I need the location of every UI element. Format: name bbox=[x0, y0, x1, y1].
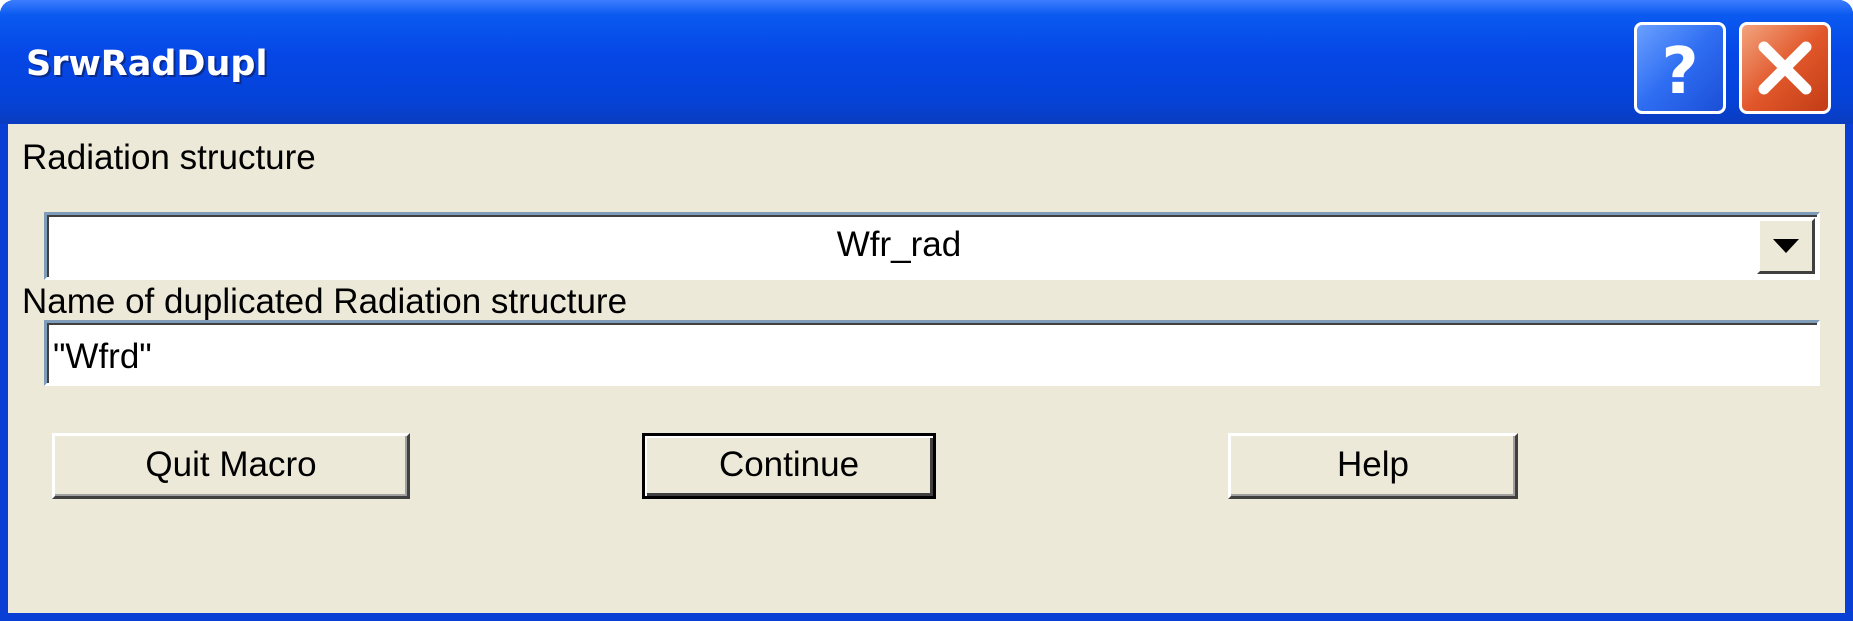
svg-text:?: ? bbox=[1661, 35, 1698, 109]
help-caption-button[interactable]: ? bbox=[1634, 22, 1726, 114]
title-bar[interactable]: SrwRadDupl ? bbox=[0, 0, 1853, 124]
quit-macro-button[interactable]: Quit Macro bbox=[52, 433, 410, 499]
close-x-icon bbox=[1758, 41, 1812, 95]
duplicate-name-label: Name of duplicated Radiation structure bbox=[22, 282, 628, 321]
duplicate-name-input[interactable] bbox=[44, 320, 1820, 386]
dialog-body: Radiation structure Wfr_rad Name of dupl… bbox=[8, 124, 1845, 613]
radiation-structure-label: Radiation structure bbox=[22, 138, 316, 177]
chevron-down-icon bbox=[1773, 239, 1799, 253]
radiation-structure-value: Wfr_rad bbox=[836, 225, 962, 264]
dropdown-button[interactable] bbox=[1757, 218, 1815, 274]
close-caption-button[interactable] bbox=[1739, 22, 1831, 114]
question-mark-icon: ? bbox=[1661, 35, 1698, 109]
help-button[interactable]: Help bbox=[1228, 433, 1518, 499]
dialog-window: SrwRadDupl ? Radiation structure Wfr_rad… bbox=[0, 0, 1853, 621]
continue-button[interactable]: Continue bbox=[642, 433, 936, 499]
radiation-structure-select[interactable]: Wfr_rad bbox=[44, 212, 1820, 280]
window-title: SrwRadDupl bbox=[26, 44, 268, 84]
